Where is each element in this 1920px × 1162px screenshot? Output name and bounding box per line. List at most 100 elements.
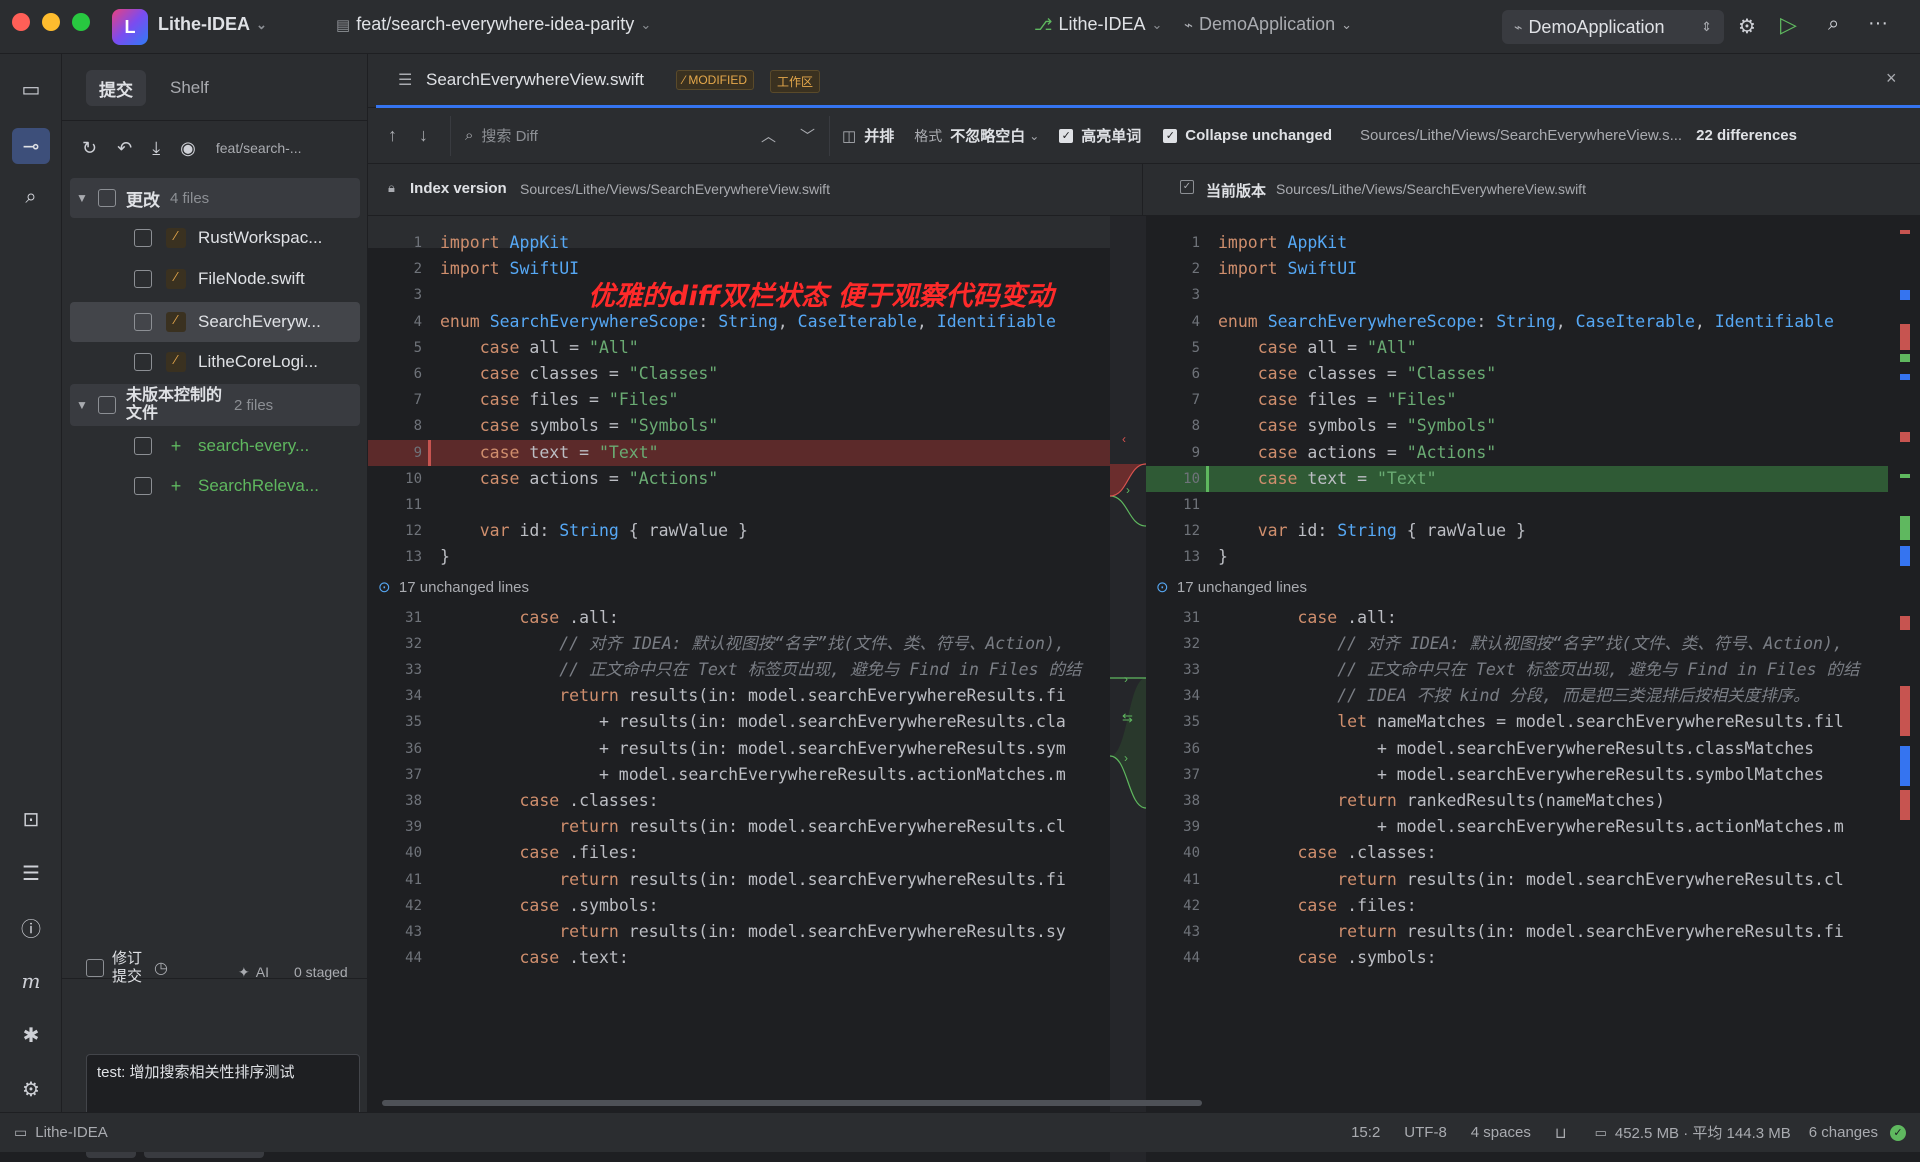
tab-commit[interactable]: 提交 xyxy=(86,70,146,106)
right-diff-pane[interactable]: 1 import AppKit 2 import SwiftUI 3 4 enum Sear… xyxy=(1146,216,1888,1162)
group-checkbox[interactable] xyxy=(98,396,116,414)
right-pane-checkbox-icon[interactable]: ✓ xyxy=(1180,180,1194,194)
code-line: 37 + model.searchEverywhereResults.symbo… xyxy=(1146,762,1888,788)
branch-short: feat/search-... xyxy=(215,140,302,156)
ai-label: AI xyxy=(255,964,269,980)
tab-shelf[interactable]: Shelf xyxy=(170,78,209,98)
chevron-down-icon: ▼ xyxy=(76,398,88,412)
code-text: case classes = "Classes" xyxy=(1257,364,1497,383)
maximize-window-button[interactable] xyxy=(72,13,90,31)
highlight-words-checkbox[interactable]: ✓ xyxy=(1059,128,1074,143)
app-selector[interactable]: ⌁ DemoApplication ⌄ xyxy=(1184,14,1352,35)
code-text: case .files: xyxy=(1297,895,1417,915)
settings-gear-icon[interactable]: ⚙ xyxy=(1738,14,1756,39)
caret-position[interactable]: 15:2 xyxy=(1351,1124,1380,1141)
code-line: 38 return rankedResults(nameMatches) xyxy=(1146,788,1888,814)
code-line: 36 + model.searchEverywhereResults.class… xyxy=(1146,736,1888,762)
refresh-icon[interactable]: ↻ xyxy=(82,138,97,159)
add-file-icon: + xyxy=(170,435,182,456)
search-next-icon[interactable]: ﹀ xyxy=(800,125,815,146)
code-text: case all = "All" xyxy=(479,337,639,357)
collapse-unchanged-checkbox[interactable]: ✓ xyxy=(1163,128,1178,143)
modified-file-icon: ⁄ xyxy=(166,312,186,332)
collapse-unchanged-label: Collapse unchanged xyxy=(1185,127,1332,144)
file-row[interactable]: ⁄ RustWorkspac... xyxy=(62,218,368,258)
amend-checkbox[interactable] xyxy=(86,959,104,977)
editor-tab[interactable]: ☰ SearchEverywhereView.swift ⁄ MODIFIED … xyxy=(376,54,1920,108)
file-row-selected[interactable]: ⁄ SearchEveryw... xyxy=(70,302,360,342)
eye-icon[interactable]: ◉ xyxy=(180,138,196,159)
file-row[interactable]: + search-every... xyxy=(62,426,368,466)
branch-selector[interactable]: ▤ feat/search-everywhere-idea-parity ⌄ xyxy=(336,14,651,35)
collapsed-unchanged-lines[interactable]: ⊙ 17 unchanged lines xyxy=(1156,571,1876,605)
file-checkbox[interactable] xyxy=(134,313,152,331)
indent-setting[interactable]: 4 spaces xyxy=(1471,1124,1531,1141)
line-number: 37 xyxy=(1183,766,1200,783)
rollback-icon[interactable]: ↶ xyxy=(117,138,132,159)
line-number: 13 xyxy=(1183,549,1200,566)
file-checkbox[interactable] xyxy=(134,229,152,247)
file-checkbox[interactable] xyxy=(134,437,152,455)
vcs-project-selector[interactable]: ⎇ Lithe-IDEA ⌄ xyxy=(1034,14,1162,35)
problems-icon[interactable]: ⓘ xyxy=(16,912,46,942)
code-text: var id: String { rawValue } xyxy=(479,521,748,541)
next-diff-arrow-icon[interactable]: ↓ xyxy=(419,125,428,146)
settings-gear-icon[interactable]: ⚙ xyxy=(16,1074,46,1104)
debug-bug-icon[interactable]: ✱ xyxy=(16,1020,46,1050)
history-clock-icon[interactable]: ◷ xyxy=(154,958,168,978)
close-tab-icon[interactable]: × xyxy=(1886,68,1897,89)
find-icon[interactable]: ⌕ xyxy=(16,182,46,212)
commit-tool-icon[interactable]: ⊸ xyxy=(12,128,50,164)
more-icon[interactable]: ··· xyxy=(1868,12,1888,35)
diff-search-box[interactable]: ⌕ 搜索 Diff ︿ ﹀ xyxy=(450,115,830,156)
collapsed-unchanged-lines[interactable]: ⊙ 17 unchanged lines xyxy=(378,571,1098,605)
file-encoding[interactable]: UTF-8 xyxy=(1404,1124,1447,1141)
file-row[interactable]: ⁄ FileNode.swift xyxy=(62,259,368,299)
diff-search-input[interactable]: 搜索 Diff xyxy=(481,125,537,146)
close-window-button[interactable] xyxy=(12,13,30,31)
highlight-words-label: 高亮单词 xyxy=(1081,128,1142,145)
terminal-icon[interactable]: ⊡ xyxy=(16,804,46,834)
shelve-icon[interactable]: ⤓ xyxy=(152,138,160,159)
file-row[interactable]: ⁄ LitheCoreLogi... xyxy=(62,342,368,382)
line-number: 9 xyxy=(413,444,422,461)
prev-diff-arrow-icon[interactable]: ↑ xyxy=(388,125,397,146)
folder-icon: ▭ xyxy=(14,1124,28,1140)
whitespace-dropdown[interactable]: 不忽略空白 xyxy=(950,125,1025,146)
file-checkbox[interactable] xyxy=(134,477,152,495)
changes-group-header[interactable]: ▼ 更改 4 files xyxy=(70,178,360,218)
unversioned-group-header[interactable]: ▼ 未版本控制的文件 2 files xyxy=(70,384,360,426)
file-checkbox[interactable] xyxy=(134,270,152,288)
left-diff-pane[interactable]: 1 import AppKit 2 import SwiftUI 3 4 enum Sear… xyxy=(368,216,1110,1162)
code-text: case .symbols: xyxy=(519,895,659,915)
side-by-side-toggle[interactable]: 并排 xyxy=(864,125,894,146)
markdown-m-icon[interactable]: m xyxy=(16,966,46,996)
line-number: 11 xyxy=(405,497,422,513)
code-text: case all = "All" xyxy=(1257,337,1417,357)
run-play-icon[interactable]: ▷ xyxy=(1780,12,1797,38)
horizontal-scrollbar[interactable] xyxy=(382,1100,1202,1106)
file-checkbox[interactable] xyxy=(134,353,152,371)
memory-indicator[interactable]: 452.5 MB · 平均 144.3 MB xyxy=(1615,1122,1791,1143)
group-checkbox[interactable] xyxy=(98,189,116,207)
code-text: enum SearchEverywhereScope: String, Case… xyxy=(1218,311,1834,331)
search-prev-icon[interactable]: ︿ xyxy=(761,125,776,146)
file-row[interactable]: + SearchReleva... xyxy=(62,466,368,506)
staged-count: 0 staged xyxy=(294,964,348,980)
code-text: case symbols = "Symbols" xyxy=(1257,416,1497,436)
link-icon: ⌁ xyxy=(1184,16,1194,34)
line-number: 2 xyxy=(413,261,422,278)
todo-list-icon[interactable]: ☰ xyxy=(16,858,46,888)
line-number: 37 xyxy=(405,766,422,783)
ai-button[interactable]: ✦ AI xyxy=(238,964,269,981)
search-icon[interactable]: ⌕ xyxy=(1828,13,1839,36)
code-line: 32 // 对齐 IDEA: 默认视图按“名字”找(文件、类、符号、Action… xyxy=(1146,631,1888,657)
changes-count[interactable]: 6 changes xyxy=(1809,1124,1878,1141)
project-selector[interactable]: Lithe-IDEA ⌄ xyxy=(158,14,267,35)
error-stripe[interactable] xyxy=(1888,216,1920,1162)
project-folder-icon[interactable]: ▭ xyxy=(16,74,46,104)
run-config-selector[interactable]: ⌁ DemoApplication ⇕ xyxy=(1502,10,1724,44)
status-project[interactable]: Lithe-IDEA xyxy=(35,1124,108,1141)
lock-open-icon[interactable]: ⊔ xyxy=(1555,1124,1567,1142)
minimize-window-button[interactable] xyxy=(42,13,60,31)
